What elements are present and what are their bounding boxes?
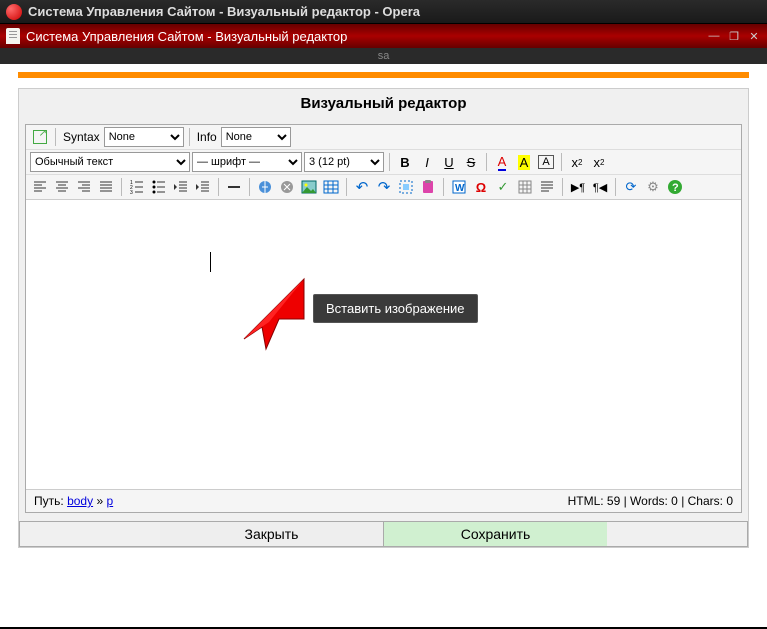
tooltip: Вставить изображение — [313, 294, 478, 323]
path-p-link[interactable]: p — [106, 494, 113, 508]
svg-text:W: W — [455, 183, 465, 194]
align-justify-button[interactable] — [96, 177, 116, 197]
info-select[interactable]: None — [221, 127, 291, 147]
toolbar-row-3: 123 ↶ ↷ W Ω ✓ — [26, 174, 741, 199]
undo-button[interactable]: ↶ — [352, 177, 372, 197]
path-body-link[interactable]: body — [67, 494, 93, 508]
image-button[interactable] — [299, 177, 319, 197]
paste-button[interactable] — [418, 177, 438, 197]
subscript-button[interactable]: x2 — [567, 152, 587, 172]
hr-button[interactable] — [224, 177, 244, 197]
toolbar-row-2: Обычный текст — шрифт — 3 (12 pt) B I U … — [26, 149, 741, 174]
svg-text:?: ? — [672, 182, 679, 194]
redo-button[interactable]: ↷ — [374, 177, 394, 197]
fullscreen-button[interactable] — [30, 127, 50, 147]
underline-button[interactable]: U — [439, 152, 459, 172]
browser-title: Система Управления Сайтом - Визуальный р… — [28, 4, 420, 19]
superscript-button[interactable]: x2 — [589, 152, 609, 172]
link-button[interactable] — [255, 177, 275, 197]
save-button[interactable]: Сохранить — [384, 522, 607, 546]
indent-button[interactable] — [193, 177, 213, 197]
element-path: Путь: body » p — [34, 494, 113, 508]
removeformat-button[interactable]: A — [536, 152, 556, 172]
info-label: Info — [195, 130, 219, 144]
panel-title: Визуальный редактор — [19, 89, 748, 118]
text-cursor — [210, 252, 211, 272]
symbol-button[interactable]: Ω — [471, 177, 491, 197]
unlink-button[interactable] — [277, 177, 297, 197]
settings-button[interactable]: ⚙ — [643, 177, 663, 197]
grid-button[interactable] — [515, 177, 535, 197]
forecolor-button[interactable]: A — [492, 152, 512, 172]
syntax-select[interactable]: None — [104, 127, 184, 147]
accent-bar — [18, 72, 749, 78]
spellcheck-button[interactable]: ✓ — [493, 177, 513, 197]
tab-title: Система Управления Сайтом - Визуальный р… — [26, 29, 707, 44]
rtl-button[interactable]: ¶◀ — [590, 177, 610, 197]
help-button[interactable]: ? — [665, 177, 685, 197]
close-button[interactable]: Закрыть — [160, 522, 384, 546]
align-center-button[interactable] — [52, 177, 72, 197]
format-select[interactable]: Обычный текст — [30, 152, 190, 172]
minimize-icon[interactable]: — — [707, 29, 721, 43]
ordered-list-button[interactable]: 123 — [127, 177, 147, 197]
table-button[interactable] — [321, 177, 341, 197]
source-button[interactable] — [537, 177, 557, 197]
ltr-button[interactable]: ▶¶ — [568, 177, 588, 197]
syntax-label: Syntax — [61, 130, 102, 144]
refresh-button[interactable]: ⟳ — [621, 177, 641, 197]
browser-titlebar: Система Управления Сайтом - Визуальный р… — [0, 0, 767, 24]
page-content: Визуальный редактор Syntax None Info Non… — [0, 64, 767, 627]
action-bar: Закрыть Сохранить — [19, 521, 748, 547]
toolbar-row-1: Syntax None Info None — [26, 125, 741, 149]
editor-stats: HTML: 59 | Words: 0 | Chars: 0 — [568, 494, 733, 508]
unordered-list-button[interactable] — [149, 177, 169, 197]
document-icon — [6, 28, 20, 44]
size-select[interactable]: 3 (12 pt) — [304, 152, 384, 172]
address-hint: sa — [0, 48, 767, 64]
editor-textarea[interactable] — [26, 199, 741, 489]
align-right-button[interactable] — [74, 177, 94, 197]
close-icon[interactable]: ✕ — [747, 29, 761, 43]
pasteword-button[interactable]: W — [449, 177, 469, 197]
align-left-button[interactable] — [30, 177, 50, 197]
status-bar: Путь: body » p HTML: 59 | Words: 0 | Cha… — [26, 489, 741, 512]
strike-button[interactable]: S — [461, 152, 481, 172]
maximize-icon[interactable]: ❐ — [727, 29, 741, 43]
outdent-button[interactable] — [171, 177, 191, 197]
backcolor-button[interactable]: A — [514, 152, 534, 172]
bold-button[interactable]: B — [395, 152, 415, 172]
italic-button[interactable]: I — [417, 152, 437, 172]
svg-text:3: 3 — [130, 190, 133, 195]
font-select[interactable]: — шрифт — — [192, 152, 302, 172]
selectall-button[interactable] — [396, 177, 416, 197]
opera-icon — [6, 4, 22, 20]
tab-bar: Система Управления Сайтом - Визуальный р… — [0, 24, 767, 48]
